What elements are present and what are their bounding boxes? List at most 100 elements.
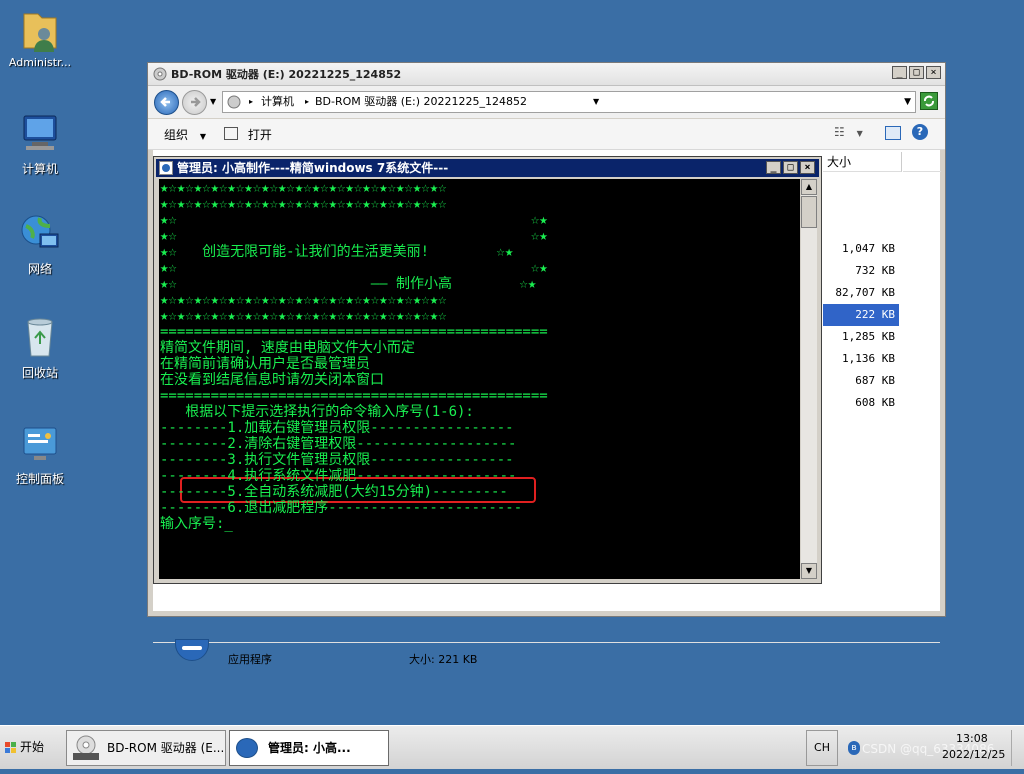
file-size-cell[interactable]: 222 KB: [823, 304, 899, 326]
refresh-icon: [924, 95, 934, 107]
bluetooth-icon[interactable]: ʙ: [848, 741, 860, 755]
console-line: --------6.退出减肥程序-----------------------: [160, 500, 523, 516]
help-icon[interactable]: ?: [912, 124, 928, 140]
forward-button[interactable]: [182, 90, 207, 115]
open-label: 打开: [247, 128, 272, 142]
taskbar: 开始 BD-ROM 驱动器 (E... 管理员: 小高... CH ʙ CSDN…: [0, 725, 1024, 769]
console-line: 在精简前请确认用户是否最管理员: [160, 356, 370, 372]
explorer-titlebar[interactable]: BD-ROM 驱动器 (E:) 20221225_124852 _ □ ×: [148, 63, 945, 86]
desktop-icon-label: 回收站: [21, 366, 58, 380]
explorer-toolbar: 组织 ▼ 打开 ☷ ▼ ?: [148, 119, 945, 150]
organize-label: 组织: [164, 128, 189, 142]
console-line: --------3.执行文件管理员权限-----------------: [160, 452, 514, 468]
system-tray: ʙ CSDN @qq_63334086 13:08 2022/12/25: [842, 730, 1022, 766]
address-bar[interactable]: ▸ 计算机 ▸ BD-ROM 驱动器 (E:) 20221225_124852 …: [222, 91, 916, 113]
desktop-icon-label: 网络: [27, 262, 52, 276]
clock-date[interactable]: 2022/12/25: [942, 748, 1005, 761]
scroll-up-button[interactable]: ▲: [801, 179, 817, 195]
console-line: ★☆ ☆★: [160, 212, 548, 228]
console-line: 输入序号:_: [160, 516, 233, 532]
breadcrumb-computer[interactable]: 计算机: [261, 92, 294, 112]
scroll-down-button[interactable]: ▼: [801, 563, 817, 579]
file-size-cell[interactable]: 608 KB: [823, 392, 899, 414]
language-indicator[interactable]: CH: [806, 730, 838, 766]
console-app-icon: [236, 738, 258, 758]
control-panel-icon: [18, 422, 62, 466]
minimize-button[interactable]: _: [892, 66, 907, 79]
preview-pane-icon[interactable]: [885, 126, 901, 140]
size-column: 1,047 KB 732 KB 82,707 KB 222 KB 1,285 KB 1,1…: [823, 238, 899, 414]
file-size-cell[interactable]: 687 KB: [823, 370, 899, 392]
refresh-button[interactable]: [920, 92, 938, 110]
start-label: 开始: [20, 740, 45, 754]
console-line: 在没看到结尾信息时请勿关闭本窗口: [160, 372, 384, 388]
file-size-cell[interactable]: 1,285 KB: [823, 326, 899, 348]
desktop-icon-label: 计算机: [21, 162, 58, 176]
breadcrumb-drive[interactable]: BD-ROM 驱动器 (E:) 20221225_124852: [315, 92, 527, 112]
console-line: ★☆ ☆★: [160, 260, 548, 276]
console-line: --------2.清除右键管理权限-------------------: [160, 436, 517, 452]
app-icon: [175, 639, 209, 661]
file-size-cell[interactable]: 1,047 KB: [823, 238, 899, 260]
console-line: ★☆ ☆★: [160, 228, 548, 244]
close-button[interactable]: ×: [800, 161, 815, 174]
console-line: 精简文件期间, 速度由电脑文件大小而定: [160, 340, 415, 356]
open-icon: [224, 127, 238, 140]
file-size-cell[interactable]: 1,136 KB: [823, 348, 899, 370]
console-line: ★☆★☆★☆★☆★☆★☆★☆★☆★☆★☆★☆★☆★☆★☆★☆★☆★☆: [160, 292, 447, 308]
drive-small-icon: [227, 95, 241, 116]
taskbar-item-label: BD-ROM 驱动器 (E...: [107, 741, 225, 755]
cd-drive-icon: [153, 67, 167, 84]
explorer-address-row: ▼ ▸ 计算机 ▸ BD-ROM 驱动器 (E:) 20221225_12485…: [148, 86, 945, 118]
recycle-bin-icon: [18, 316, 62, 360]
file-size-cell[interactable]: 732 KB: [823, 260, 899, 282]
taskbar-item-explorer[interactable]: BD-ROM 驱动器 (E...: [66, 730, 226, 766]
taskbar-item-console[interactable]: 管理员: 小高...: [229, 730, 389, 766]
console-line: ========================================…: [160, 388, 548, 404]
console-line: ★☆ 创造无限可能-让我们的生活更美丽! ☆★: [160, 244, 514, 260]
cdrom-icon: [71, 735, 101, 761]
chevron-right-icon: ▸: [305, 97, 310, 106]
minimize-button[interactable]: _: [766, 161, 781, 174]
history-dropdown-icon[interactable]: ▼: [210, 97, 216, 106]
show-desktop-button[interactable]: [1011, 730, 1022, 766]
desktop-icon-user-folder[interactable]: Administr...: [0, 8, 80, 69]
desktop-icon-label: 控制面板: [15, 472, 64, 486]
organize-button[interactable]: 组织 ▼: [164, 126, 206, 143]
chevron-down-icon: ▼: [199, 132, 206, 141]
console-line: ★☆★☆★☆★☆★☆★☆★☆★☆★☆★☆★☆★☆★☆★☆★☆★☆★☆: [160, 196, 447, 212]
maximize-button[interactable]: □: [909, 66, 924, 79]
clock-time[interactable]: 13:08: [956, 732, 988, 745]
console-line: --------4.执行系统文件减肥-------------------: [160, 468, 517, 484]
back-button[interactable]: [154, 90, 179, 115]
maximize-button[interactable]: □: [783, 161, 798, 174]
console-titlebar[interactable]: 管理员: 小高制作----精简windows 7系统文件--- _ □ ×: [156, 159, 819, 177]
arrow-right-icon: [191, 97, 201, 107]
console-window: 管理员: 小高制作----精简windows 7系统文件--- _ □ × ★☆…: [153, 156, 822, 584]
open-button[interactable]: 打开: [224, 126, 272, 143]
chevron-down-icon: ▼: [593, 97, 600, 106]
desktop-icon-recycle-bin[interactable]: 回收站: [0, 316, 80, 381]
scroll-thumb[interactable]: [801, 196, 817, 228]
desktop-icon-network[interactable]: 网络: [0, 212, 80, 277]
column-header-extra: [903, 152, 941, 172]
column-header-size[interactable]: 大小: [823, 152, 902, 172]
user-folder-icon: [18, 8, 62, 52]
console-line: ★☆★☆★☆★☆★☆★☆★☆★☆★☆★☆★☆★☆★☆★☆★☆★☆★☆: [160, 308, 447, 324]
console-output[interactable]: ★☆★☆★☆★☆★☆★☆★☆★☆★☆★☆★☆★☆★☆★☆★☆★☆★☆ ★☆★☆★☆…: [159, 179, 800, 579]
address-dropdown-icon[interactable]: ▼: [904, 92, 911, 112]
view-options-icon[interactable]: ☷ ▼: [834, 125, 863, 139]
desktop-icon-control-panel[interactable]: 控制面板: [0, 422, 80, 487]
file-size-cell[interactable]: 82,707 KB: [823, 282, 899, 304]
details-pane: 应用程序 大小: 221 KB: [153, 639, 940, 681]
console-scrollbar[interactable]: ▲ ▼: [801, 179, 817, 579]
desktop-icon-computer[interactable]: 计算机: [0, 112, 80, 177]
start-button[interactable]: 开始: [2, 730, 48, 766]
console-app-icon: [159, 161, 173, 175]
console-line: --------5.全自动系统减肥(大约15分钟)---------: [160, 484, 508, 500]
arrow-left-icon: [160, 97, 170, 107]
details-type: 应用程序: [228, 653, 272, 666]
windows-logo-icon: [5, 742, 17, 754]
close-button[interactable]: ×: [926, 66, 941, 79]
console-line: ★☆★☆★☆★☆★☆★☆★☆★☆★☆★☆★☆★☆★☆★☆★☆★☆★☆: [160, 180, 447, 196]
